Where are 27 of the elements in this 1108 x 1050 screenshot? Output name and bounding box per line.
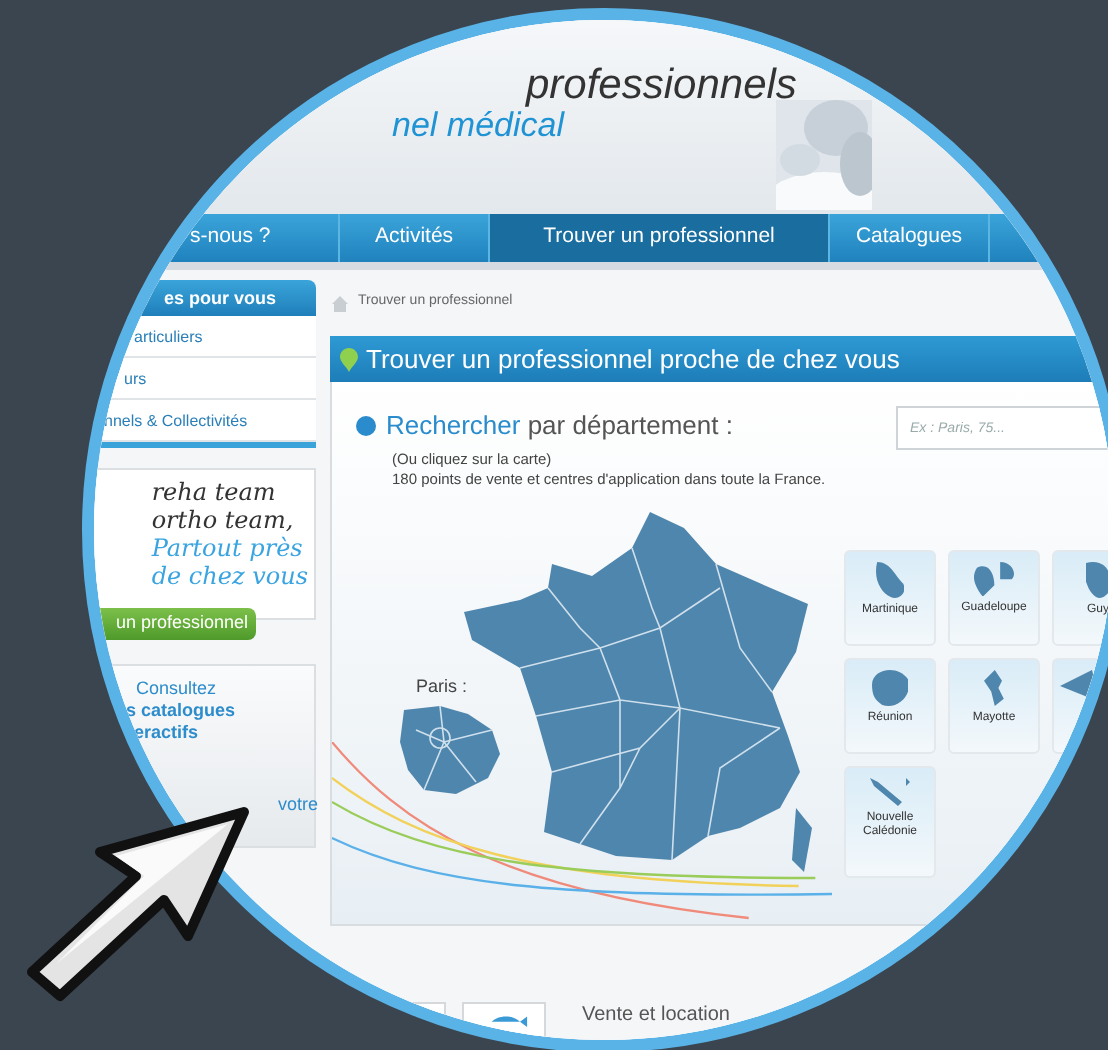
banner-text: reha team — [151, 478, 276, 506]
catalog-text: Consultez — [134, 678, 219, 700]
sidebar-item[interactable]: urs — [94, 358, 316, 400]
paris-label: Paris : — [416, 674, 468, 700]
site-subtitle: nel médical — [392, 108, 564, 142]
island-icon — [871, 670, 909, 706]
search-heading: Rechercher par département : — [386, 408, 733, 444]
catalog-link[interactable]: votre — [278, 792, 314, 819]
footer-text: Vente et location — [582, 1002, 730, 1030]
banner-text: Partout près — [151, 534, 303, 562]
pin-icon — [340, 347, 358, 371]
island-icon — [1085, 562, 1108, 598]
island-icon — [870, 778, 910, 806]
catalog-text: s catalogues — [126, 700, 238, 722]
island-icon — [984, 670, 1004, 706]
panel-title: Trouver un professionnel proche de chez vous — [366, 341, 900, 378]
island-icon — [974, 562, 1014, 597]
sidebar-item[interactable]: nnels & Collectivités — [94, 400, 316, 442]
island-icon — [875, 562, 905, 598]
banner-text: de chez vous — [151, 562, 308, 590]
fish-icon[interactable] — [462, 1002, 546, 1038]
bubble-icon — [356, 415, 376, 436]
site-title: professionnels — [526, 64, 797, 106]
nav-tab[interactable]: Trouver un professionnel — [490, 214, 830, 262]
banner-text: ortho team, — [151, 506, 294, 534]
sidebar-item[interactable]: articuliers — [94, 316, 316, 358]
catalog-text: eractifs — [132, 722, 201, 744]
